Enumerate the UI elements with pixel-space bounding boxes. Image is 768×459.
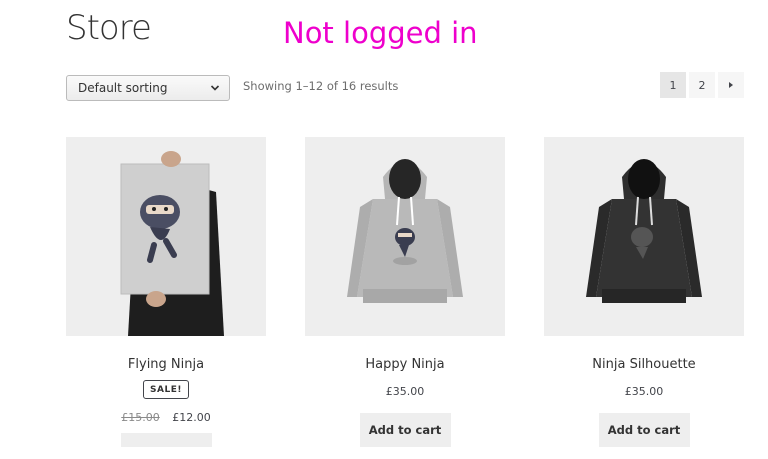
product-price: £15.00 £12.00 bbox=[66, 411, 266, 424]
chevron-down-icon bbox=[210, 85, 220, 91]
product-card-ninja-silhouette: Ninja Silhouette £35.00 Add to cart bbox=[544, 137, 744, 447]
pagination: 1 2 bbox=[660, 72, 744, 98]
result-count: Showing 1–12 of 16 results bbox=[243, 79, 399, 93]
product-title[interactable]: Flying Ninja bbox=[66, 357, 266, 372]
page-title: Store bbox=[66, 8, 152, 48]
product-price: £35.00 bbox=[385, 385, 425, 398]
product-card-flying-ninja: Flying Ninja SALE! £15.00 £12.00 bbox=[66, 137, 266, 451]
sorting-selected-label: Default sorting bbox=[78, 81, 168, 95]
login-status-label: Not logged in bbox=[283, 16, 478, 50]
sale-badge: SALE! bbox=[143, 380, 189, 399]
old-price: £15.00 bbox=[121, 411, 160, 424]
sorting-select[interactable]: Default sorting bbox=[66, 75, 230, 101]
next-page-button[interactable] bbox=[718, 72, 744, 98]
sale-price: £12.00 bbox=[172, 411, 211, 424]
add-to-cart-button[interactable]: Add to cart bbox=[598, 413, 690, 447]
product-title[interactable]: Happy Ninja bbox=[305, 357, 505, 372]
add-to-cart-button[interactable] bbox=[120, 433, 212, 447]
product-card-happy-ninja: Happy Ninja £35.00 Add to cart bbox=[305, 137, 505, 447]
page-2-link[interactable]: 2 bbox=[689, 72, 715, 98]
product-price: £35.00 bbox=[624, 385, 664, 398]
add-to-cart-button[interactable]: Add to cart bbox=[359, 413, 451, 447]
ninja-poster-image[interactable] bbox=[66, 137, 266, 336]
product-title[interactable]: Ninja Silhouette bbox=[544, 357, 744, 372]
page-1-current: 1 bbox=[660, 72, 686, 98]
triangle-right-icon bbox=[729, 82, 733, 88]
black-hoodie-image[interactable] bbox=[544, 137, 744, 336]
grey-hoodie-image[interactable] bbox=[305, 137, 505, 336]
